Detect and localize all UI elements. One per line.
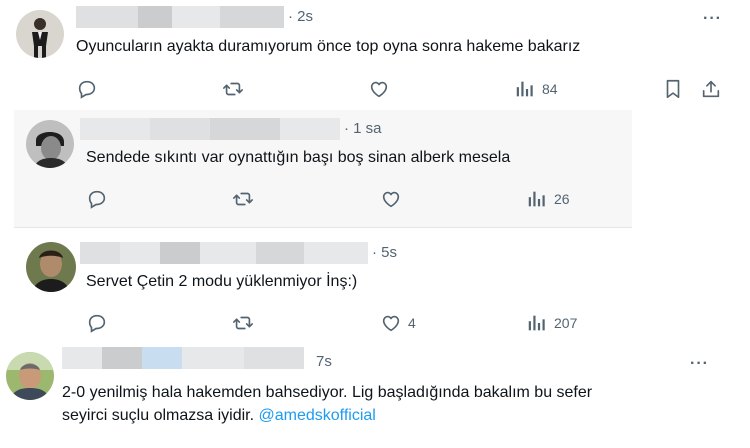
- timestamp[interactable]: · 2s: [288, 8, 313, 25]
- tweet-1[interactable]: · 2s ··· Oyuncuların ayakta duramıyorum …: [0, 0, 750, 106]
- bookmark-icon: [662, 78, 684, 100]
- like-count: 4: [408, 315, 416, 331]
- avatar[interactable]: [26, 120, 74, 168]
- avatar[interactable]: [6, 352, 54, 400]
- tweet-text: Servet Çetin 2 modu yüklenmiyor İnş:): [86, 273, 358, 290]
- mention-link[interactable]: @amedskofficial: [259, 407, 376, 424]
- views-chart-icon: [526, 312, 548, 334]
- more-options-icon[interactable]: ···: [690, 355, 709, 373]
- views-button[interactable]: 26: [526, 188, 570, 210]
- heart-icon: [380, 188, 402, 210]
- reply-icon: [86, 188, 108, 210]
- views-count: 207: [554, 315, 578, 331]
- heart-icon: [380, 312, 402, 334]
- avatar[interactable]: [26, 242, 76, 292]
- views-button[interactable]: 84: [514, 78, 558, 100]
- tweet-text-line-1: 2-0 yenilmiş hala hakemden bahsediyor. L…: [62, 384, 593, 401]
- tweet-3[interactable]: · 5s Servet Çetin 2 modu yüklenmiyor İnş…: [14, 232, 632, 344]
- tweet-text-line-2: seyirci suçlu olmazsa iyidir. @amedskoff…: [62, 405, 376, 427]
- retweet-icon: [222, 78, 244, 100]
- timestamp[interactable]: · 5s: [372, 244, 397, 261]
- username-redacted[interactable]: [62, 347, 304, 369]
- views-count: 84: [542, 81, 558, 97]
- like-button[interactable]: 4: [380, 312, 416, 334]
- retweet-button[interactable]: [232, 312, 254, 334]
- views-chart-icon: [514, 78, 536, 100]
- share-button[interactable]: [700, 78, 722, 100]
- timestamp[interactable]: · 1 sa: [344, 120, 382, 137]
- tweet-text: Oyuncuların ayakta duramıyorum önce top …: [76, 38, 581, 55]
- views-button[interactable]: 207: [526, 312, 577, 334]
- username-redacted[interactable]: [80, 118, 340, 140]
- views-count: 26: [554, 191, 570, 207]
- bookmark-button[interactable]: [662, 78, 684, 100]
- tweet-text-body: seyirci suçlu olmazsa iyidir.: [62, 407, 255, 424]
- more-options-icon[interactable]: ···: [703, 10, 722, 28]
- username-redacted[interactable]: [76, 6, 284, 28]
- tweet-4[interactable]: 7s ··· 2-0 yenilmiş hala hakemden bahsed…: [0, 344, 750, 448]
- reply-button[interactable]: [76, 78, 98, 100]
- share-icon: [700, 78, 722, 100]
- username-redacted[interactable]: [80, 242, 368, 264]
- heart-icon: [368, 78, 390, 100]
- reply-icon: [76, 78, 98, 100]
- reply-icon: [86, 312, 108, 334]
- retweet-button[interactable]: [222, 78, 244, 100]
- tweet-2[interactable]: · 1 sa Sendede sıkıntı var oynattığın ba…: [14, 110, 632, 228]
- tweet-text: Sendede sıkıntı var oynattığın başı boş …: [86, 149, 511, 166]
- reply-button[interactable]: [86, 312, 108, 334]
- timestamp[interactable]: 7s: [316, 353, 332, 370]
- retweet-button[interactable]: [232, 188, 254, 210]
- like-button[interactable]: [368, 78, 390, 100]
- avatar[interactable]: [16, 10, 64, 58]
- retweet-icon: [232, 312, 254, 334]
- reply-button[interactable]: [86, 188, 108, 210]
- retweet-icon: [232, 188, 254, 210]
- like-button[interactable]: [380, 188, 402, 210]
- views-chart-icon: [526, 188, 548, 210]
